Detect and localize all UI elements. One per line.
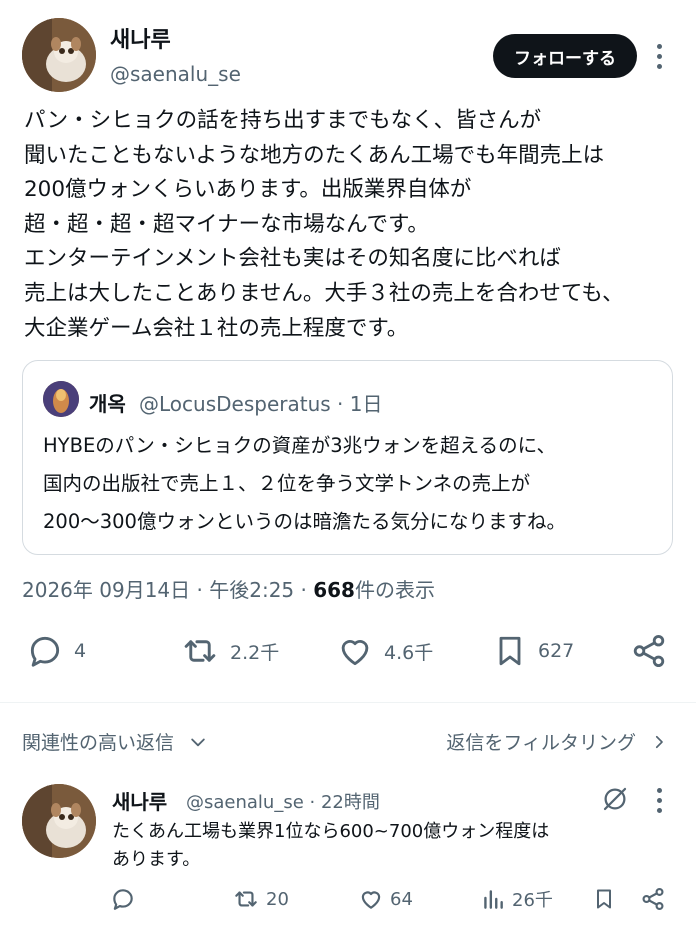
quoted-author-avatar[interactable] [43,381,79,417]
reply-line: あります。 [112,849,201,870]
reply-like-count: 64 [390,888,413,910]
follow-button[interactable]: フォローする [493,34,637,78]
repost-count: 2.2千 [230,641,280,664]
repost-icon [235,891,257,907]
tweet-line: 聞いたこともないような地方のたくあん工場でも年間売上は [24,142,605,168]
reply-text: たくあん工場も業界1位なら600~700億ウォン程度は あります。 [112,818,549,874]
reply-share-button[interactable] [640,886,666,912]
tweet-line: 超・超・超・超マイナーな市場なんです。 [24,211,429,237]
author-name[interactable]: 새나루 [110,22,171,54]
tweet-line: 売上は大したことありません。大手３社の売上を合わせても、 [24,280,624,306]
reply-views-button[interactable]: 26千 [480,886,553,912]
heart-icon [341,640,369,666]
filter-replies-link[interactable]: 返信をフィルタリング [446,728,668,755]
quoted-line: 国内の出版社で売上１、２位を争う文学トンネの売上が [43,472,531,495]
reply-repost-count: 20 [266,888,289,910]
grok-icon[interactable] [600,784,630,818]
author-handle[interactable]: @saenalu_se [110,62,241,86]
bookmark-button[interactable]: 627 [492,632,574,670]
reply-reply-button[interactable] [110,886,136,912]
quoted-line: HYBEのパン・シヒョクの資産が3兆ウォンを超えるのに、 [43,434,556,457]
quoted-line: 200〜300億ウォンというのは暗澹たる気分になりますね。 [43,510,566,533]
tweet-text: パン・シヒョクの話を持ち出すまでもなく、皆さんが 聞いたこともないような地方のた… [24,104,674,346]
reply-button[interactable]: 4 [26,632,86,670]
reply-like-button[interactable]: 64 [358,886,413,912]
bookmark-icon [597,889,611,909]
tweet-line: パン・シヒョクの話を持ち出すまでもなく、皆さんが [24,108,542,133]
reply-icon [30,636,60,667]
heart-icon [361,891,381,909]
views-label: 件の表示 [354,578,435,602]
tweet-meta: 2026年 09月14日 · 午後2:25 · 668件の表示 [22,574,435,603]
tweet-line: 大企業ゲーム会社１社の売上程度です。 [24,315,409,341]
reply-author-avatar[interactable] [22,784,96,858]
quoted-tweet-card[interactable]: 개옥 @LocusDesperatus · 1日 HYBEのパン・シヒョクの資産… [22,360,673,555]
reply-bookmark-button[interactable] [592,886,616,912]
reply-author-name[interactable]: 새나루 [112,786,167,815]
views-count: 668 [313,578,355,602]
bookmark-icon [499,636,521,666]
share-icon [642,887,664,911]
tweet-line: 200億ウォンくらいあります。出版業界自体が [24,177,472,203]
like-button[interactable]: 4.6千 [336,632,433,670]
reply-line: たくあん工場も業界1位なら600~700億ウォン程度は [112,821,550,842]
chevron-right-icon [655,735,663,748]
divider [0,702,696,703]
repost-icon [184,640,216,662]
reply-icon [113,889,133,910]
analytics-icon [484,890,503,909]
share-icon [633,635,665,667]
quoted-author-handle: @LocusDesperatus · 1日 [139,392,383,416]
reply-sort-dropdown[interactable]: 関連性の高い返信 [22,728,208,755]
reply-sort-label: 関連性の高い返信 [22,732,175,754]
bookmark-count: 627 [538,640,575,662]
reply-views-count: 26千 [512,890,553,911]
tweet-line: エンターテインメント会社も実はその知名度に比べれば [24,246,561,272]
reply-author-handle[interactable]: @saenalu_se · 22時間 [186,788,380,814]
chevron-down-icon [191,738,205,746]
quoted-author-name: 개옥 [89,392,126,416]
reply-more-options-icon[interactable] [649,788,669,813]
share-button[interactable] [630,632,668,670]
reply-count: 4 [74,640,87,662]
like-count: 4.6千 [384,641,434,664]
author-avatar[interactable] [22,18,96,92]
repost-button[interactable]: 2.2千 [180,632,279,670]
quoted-tweet-text: HYBEのパン・シヒョクの資産が3兆ウォンを超えるのに、 国内の出版社で売上１、… [43,427,566,541]
reply-repost-button[interactable]: 20 [232,886,289,912]
filter-replies-label: 返信をフィルタリング [446,732,636,754]
more-options-icon[interactable] [649,44,669,69]
tweet-timestamp[interactable]: 2026年 09月14日 · 午後2:25 · [22,578,313,602]
